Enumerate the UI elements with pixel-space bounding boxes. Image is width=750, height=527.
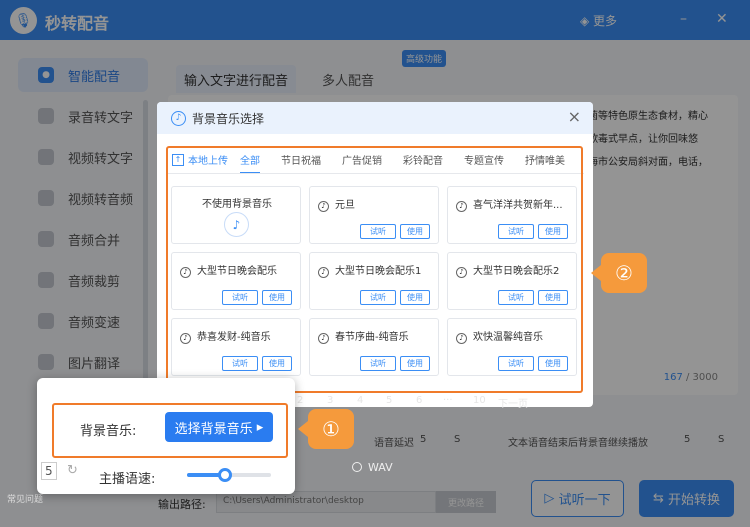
page-5[interactable]: 5 xyxy=(386,395,392,406)
format-wav-option[interactable]: WAV xyxy=(352,461,393,474)
select-button-highlight xyxy=(52,403,288,458)
dialog-close-icon[interactable]: × xyxy=(568,107,581,126)
dialog-header: ♪ 背景音乐选择 × xyxy=(157,102,593,134)
step-1-pointer xyxy=(298,421,308,437)
music-note-icon: ♪ xyxy=(171,110,186,126)
speed-slider-knob[interactable] xyxy=(217,468,232,482)
step-2-pointer xyxy=(591,265,601,281)
radio-icon xyxy=(352,462,362,472)
step-1-badge: ① xyxy=(308,409,354,449)
page-10[interactable]: 10 xyxy=(473,395,486,406)
step-2-badge: ② xyxy=(601,253,647,293)
speed-slider[interactable] xyxy=(187,468,271,482)
page-6[interactable]: 6 xyxy=(416,395,422,406)
format-wav-label: WAV xyxy=(368,461,393,474)
speed-value-box[interactable]: 5 xyxy=(41,462,57,480)
dialog-title: 背景音乐选择 xyxy=(192,111,265,126)
page-4[interactable]: 4 xyxy=(357,395,363,406)
speed-label: 主播语速: xyxy=(99,472,156,487)
page-ellipsis: ··· xyxy=(443,395,453,406)
music-grid-highlight xyxy=(166,146,583,393)
app-window: 🎙 秒转配音 ◈ 更多 – ✕ ● 智能配音 录音转文字 视频转文字 视频转音频… xyxy=(0,0,750,527)
next-page-button[interactable]: 下一页 xyxy=(498,395,528,410)
help-link[interactable]: 常见问题 xyxy=(7,492,43,505)
page-3[interactable]: 3 xyxy=(327,395,333,406)
reset-icon[interactable]: ↻ xyxy=(67,463,78,478)
page-2[interactable]: 2 xyxy=(297,395,303,406)
